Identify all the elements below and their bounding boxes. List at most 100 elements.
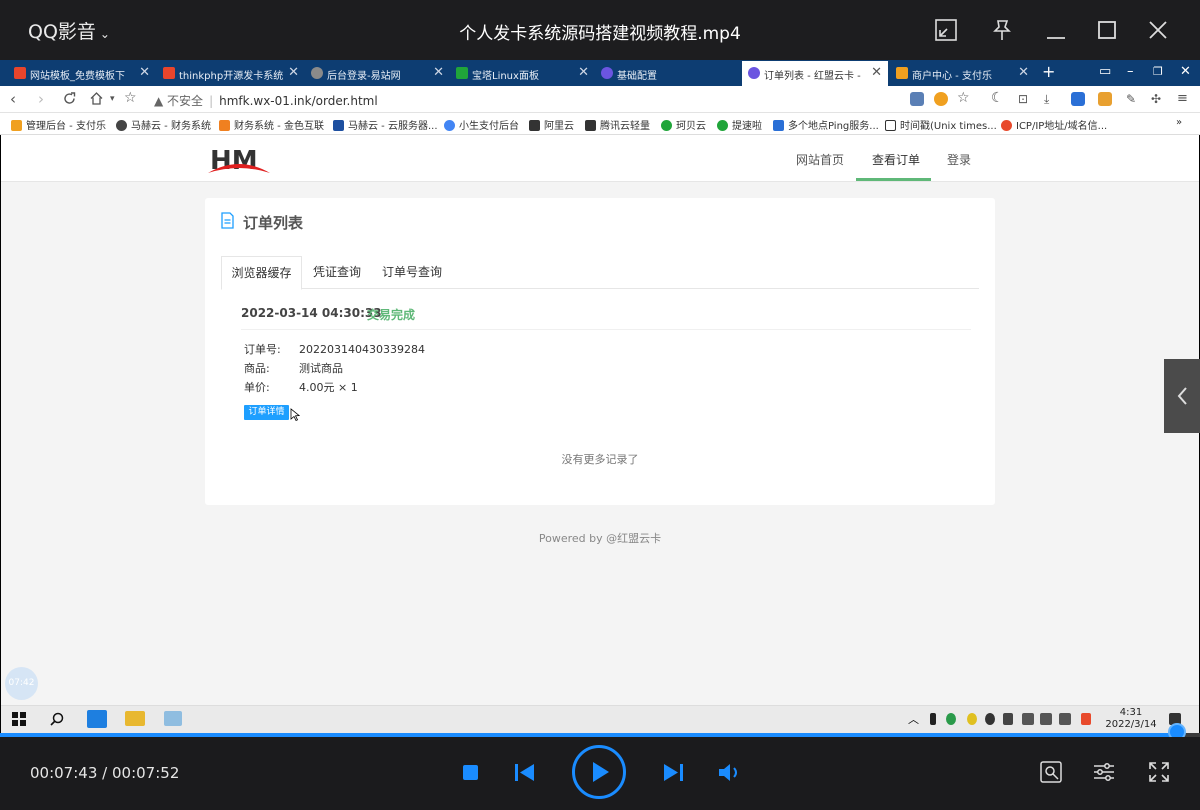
site-icon	[14, 67, 26, 79]
reload-icon[interactable]	[62, 91, 77, 106]
playback-time: 00:07:43 / 00:07:52	[30, 764, 180, 782]
bookmark-item[interactable]: 小生支付后台	[444, 117, 519, 132]
powered-by: Powered by @红盟云卡	[538, 532, 662, 545]
play-button[interactable]	[571, 744, 627, 800]
mic-icon[interactable]	[930, 713, 936, 725]
browser-minimize-icon[interactable]: –	[1127, 64, 1134, 79]
maxthon-browser-icon[interactable]	[87, 710, 107, 728]
previous-icon[interactable]	[514, 763, 536, 782]
close-icon[interactable]	[1145, 17, 1171, 43]
bookmark-item[interactable]: 马赫云 - 财务系统	[116, 117, 211, 132]
url-field[interactable]: ▲ 不安全 | hmfk.wx-01.ink/order.html	[154, 92, 378, 109]
home-icon[interactable]	[89, 91, 104, 106]
taskbar-clock[interactable]: 4:31 2022/3/14	[1105, 707, 1157, 731]
input-method-icon[interactable]	[1059, 713, 1071, 725]
night-mode-icon[interactable]: ☾	[991, 90, 1004, 106]
site-icon	[163, 67, 175, 79]
pin-icon[interactable]	[989, 17, 1015, 43]
bookmark-item[interactable]: 腾讯云轻量	[585, 117, 650, 132]
fullscreen-icon[interactable]	[1148, 761, 1170, 783]
menu-icon[interactable]: ≡	[1177, 91, 1188, 106]
bookmark-item[interactable]: 提速啦	[717, 117, 762, 132]
extensions-icon[interactable]: ✣	[1151, 92, 1161, 106]
nav-login[interactable]: 登录	[947, 151, 971, 168]
browser-close-icon[interactable]: ✕	[1180, 64, 1191, 79]
minimize-icon[interactable]	[1043, 17, 1069, 43]
close-tab-icon[interactable]: ✕	[139, 65, 150, 80]
tray-app-icon[interactable]	[1003, 713, 1013, 725]
tab-voucher-query[interactable]: 凭证查询	[306, 256, 368, 289]
browser-restore-icon[interactable]: ❐	[1153, 65, 1163, 78]
translate-ext-icon[interactable]	[1071, 92, 1085, 106]
tab-order-number-query[interactable]: 订单号查询	[381, 256, 443, 289]
stop-icon[interactable]	[462, 764, 479, 781]
bookmark-item[interactable]: ICP/IP地址/域名信...	[1001, 117, 1107, 132]
forward-icon[interactable]: ›	[38, 90, 44, 108]
eyedropper-icon[interactable]: ✎	[1126, 92, 1136, 106]
extension-icon[interactable]	[934, 92, 948, 106]
mini-mode-icon[interactable]	[933, 17, 959, 43]
next-icon[interactable]	[662, 763, 684, 782]
new-tab-icon[interactable]: +	[1042, 62, 1055, 81]
browser-tab-active[interactable]: 订单列表 - 红盟云卡 - ✕	[742, 61, 888, 86]
back-icon[interactable]: ‹	[10, 90, 16, 108]
toolbox-icon[interactable]	[1040, 761, 1062, 783]
close-tab-icon[interactable]: ✕	[433, 65, 444, 80]
browser-tab[interactable]: 商户中心 - 支付乐 ✕	[890, 61, 1035, 86]
card-title: 订单列表	[243, 214, 304, 232]
tray-app-icon[interactable]	[967, 713, 977, 725]
browser-tab[interactable]: 基础配置	[595, 61, 741, 86]
search-icon[interactable]	[50, 712, 64, 726]
bookmark-icon	[333, 120, 344, 131]
windows-start-icon[interactable]	[12, 712, 26, 726]
file-explorer-icon[interactable]	[125, 711, 145, 726]
bookmark-item[interactable]: 管理后台 - 支付乐	[11, 117, 106, 132]
qq-icon[interactable]	[985, 713, 995, 725]
app-icon[interactable]	[164, 711, 182, 726]
translate-icon[interactable]	[910, 92, 924, 106]
browser-tab[interactable]: thinkphp开源发卡系统 ✕	[157, 61, 305, 86]
site-logo[interactable]: HM	[206, 143, 272, 177]
bookmarks-more[interactable]: »	[1176, 117, 1182, 128]
bt-panel-icon	[456, 67, 468, 79]
bookmark-item[interactable]: 时间戳(Unix times...	[885, 117, 997, 132]
browser-tab[interactable]: 网站模板_免费模板下 ✕	[8, 61, 156, 86]
volume-icon[interactable]	[1022, 713, 1034, 725]
bookmark-star-icon[interactable]: ☆	[124, 90, 137, 106]
nav-orders[interactable]: 查看订单	[872, 151, 920, 168]
settings-sliders-icon[interactable]	[1093, 761, 1115, 783]
svg-text:HM: HM	[210, 146, 258, 176]
favorite-star-icon[interactable]: ☆	[957, 90, 970, 106]
close-tab-icon[interactable]: ✕	[1018, 65, 1029, 80]
notes-icon[interactable]	[1098, 92, 1112, 106]
bookmark-item[interactable]: 多个地点Ping服务...	[773, 117, 879, 132]
side-collapse-tab[interactable]	[1164, 359, 1200, 433]
close-tab-icon[interactable]: ✕	[288, 65, 299, 80]
tab-browser-cache[interactable]: 浏览器缓存	[221, 256, 302, 290]
volume-icon[interactable]	[718, 763, 742, 782]
maximize-icon[interactable]	[1094, 17, 1120, 43]
bookmark-item[interactable]: 阿里云	[529, 117, 574, 132]
tray-expand-icon[interactable]: ︿	[908, 711, 919, 727]
bookmark-item[interactable]: 财务系统 - 金色互联	[219, 117, 324, 132]
nav-home[interactable]: 网站首页	[796, 151, 844, 168]
screenshot-icon[interactable]: ⊡	[1018, 92, 1028, 106]
tab-list-icon[interactable]: ▭	[1099, 64, 1111, 79]
bookmark-item[interactable]: 马赫云 - 云服务器...	[333, 117, 438, 132]
chevron-left-icon	[1177, 387, 1187, 405]
sogou-icon[interactable]	[1081, 713, 1091, 725]
globe-icon	[116, 120, 127, 131]
tray-app-icon[interactable]	[946, 713, 956, 725]
bookmark-item[interactable]: 珂贝云	[661, 117, 706, 132]
home-dropdown-icon[interactable]: ▾	[110, 94, 115, 104]
file-title: 个人发卡系统源码搭建视频教程.mp4	[459, 24, 741, 44]
browser-tab[interactable]: 宝塔Linux面板 ✕	[450, 61, 595, 86]
order-detail-button[interactable]: 订单详情	[244, 405, 289, 420]
close-tab-icon[interactable]: ✕	[871, 65, 882, 80]
download-icon[interactable]: ⤓	[1044, 92, 1049, 107]
browser-tab[interactable]: 后台登录-易站网 ✕	[305, 61, 450, 86]
network-icon[interactable]	[1040, 713, 1052, 725]
no-more-records: 没有更多记录了	[561, 453, 639, 466]
close-tab-icon[interactable]: ✕	[578, 65, 589, 80]
mouse-cursor-icon	[290, 408, 300, 422]
